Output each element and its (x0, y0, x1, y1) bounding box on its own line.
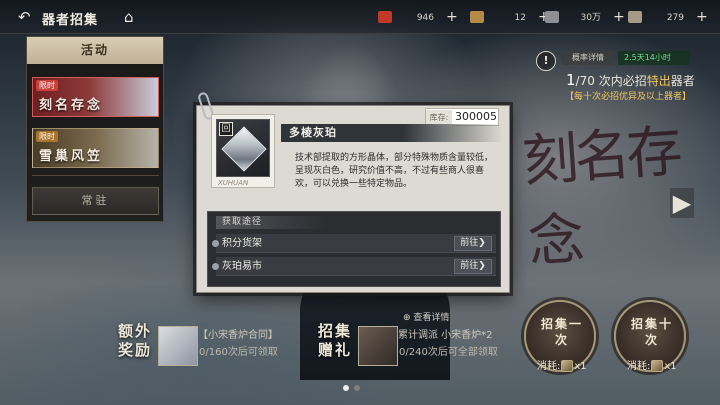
banner-sidebar: 活动 限时 刻名存念 限时 雪巢风笠 常驻 (26, 36, 164, 222)
resource-value: 946 (416, 12, 434, 23)
source-row-points-shelf: 积分货架 前往❯ (212, 234, 496, 253)
item-signature: XUHUAN (218, 179, 249, 187)
view-details-link[interactable]: ⊕ 查看详情 (403, 310, 449, 323)
add-envelope-button[interactable]: + (446, 9, 458, 25)
acquisition-title: 获取途径 (222, 217, 263, 227)
source-name: 积分货架 (222, 238, 262, 249)
resource-value: 12 (514, 12, 526, 23)
resource-ticket: 30万 + (545, 9, 625, 25)
guarantee-text: 1/70 次内必招特出器者 (566, 71, 695, 89)
next-banner-arrow-icon[interactable]: ▶ (670, 188, 694, 218)
cost-prefix: 消耗: (537, 361, 561, 372)
envelope-icon (651, 360, 664, 372)
page-title: 器者招集 (42, 13, 99, 28)
gift-reward-thumbnail[interactable] (358, 326, 398, 366)
banner-item[interactable]: 限时 雪巢风笠 (32, 128, 159, 168)
gem-icon (470, 11, 484, 23)
ticket-icon (545, 11, 559, 23)
summon-ten-cost: 消耗: x1 (627, 357, 677, 372)
cost-amount: x1 (574, 361, 587, 372)
bonus-progress: 0/160次后可领取 (199, 347, 278, 358)
event-timer: 2.5天14小时 (618, 51, 690, 65)
guarantee-note: 【每十次必招优异及以上器者】 (565, 92, 692, 102)
limited-tag: 限时 (36, 80, 58, 91)
guarantee-text-b: 器者 (670, 74, 695, 88)
guarantee-count: 1 (566, 71, 576, 89)
guarantee-highlight: 特出 (646, 74, 671, 88)
resource-value: 30万 (580, 12, 601, 23)
source-row-amber-market: 灰珀易市 前往❯ (212, 257, 496, 276)
page-indicator (343, 376, 383, 391)
sidebar-heading: 活动 (27, 37, 163, 64)
page-dot (354, 385, 360, 391)
envelope-icon (378, 11, 392, 23)
envelope-icon (561, 360, 574, 372)
summon-once-cost: 消耗: x1 (537, 357, 587, 372)
source-name: 灰珀易市 (222, 261, 262, 272)
go-button[interactable]: 前往❯ (454, 259, 492, 274)
summon-ten-label: 招集十次 (630, 317, 673, 347)
bullet-icon (212, 240, 219, 247)
resource-envelope: 946 + (378, 9, 458, 25)
stock-value: 300005 (455, 110, 497, 123)
item-name-bar: 多棱灰珀 (281, 124, 503, 142)
limited-tag: 限时 (36, 131, 58, 142)
guarantee-total: /70 (575, 74, 595, 88)
item-description: 技术部提取的方形晶体，部分特殊物质含量较低，呈现灰白色，研究价值不高，不过有些商… (295, 153, 494, 189)
banner-item-active[interactable]: 限时 刻名存念 (32, 77, 159, 117)
acquisition-title-bar: 获取途径 (216, 216, 326, 229)
acquisition-panel: 获取途径 积分货架 前往❯ 灰珀易市 前往❯ (207, 211, 501, 287)
item-name: 多棱灰珀 (289, 126, 337, 139)
item-icon-frame: 回 (216, 119, 270, 177)
gift-title: 招集赠礼 (318, 322, 353, 359)
go-label: 前往 (460, 261, 479, 271)
item-badge: 回 (219, 122, 233, 136)
item-card: 回 XUHUAN (211, 114, 275, 188)
bonus-reward-thumbnail[interactable] (158, 326, 198, 366)
go-button[interactable]: 前往❯ (454, 236, 492, 251)
divider (32, 175, 159, 176)
gift-progress: 0/240次后可全部领取 (399, 347, 498, 358)
bullet-icon (212, 263, 219, 270)
probability-details-button[interactable]: 概率详情 (562, 51, 614, 65)
top-bar: ↶ 器者招集 ⌂ 946 + 12 + 30万 + 279 + (0, 0, 720, 34)
guarantee-text-a: 次内必招 (598, 74, 647, 88)
bonus-reward-name: 【小宋香炉合同】 (198, 330, 278, 341)
item-info-modal: 回 XUHUAN 库存: 300005 多棱灰珀 技术部提取的方形晶体，部分特殊物… (196, 91, 510, 293)
add-ticket-button[interactable]: + (613, 9, 625, 25)
resource-token: 279 + (628, 9, 708, 25)
back-arrow-icon[interactable]: ↶ (18, 9, 40, 25)
resource-gem: 12 + (470, 9, 550, 25)
gift-reward-name: 累计调派 小宋香炉*2 (398, 330, 493, 341)
normal-banner-tab[interactable]: 常驻 (32, 187, 159, 215)
info-warning-icon[interactable]: ! (536, 51, 556, 71)
banner-name: 雪巢风笠 (39, 149, 104, 164)
page-dot-active (343, 385, 349, 391)
bonus-title: 额外奖励 (118, 322, 153, 359)
add-token-button[interactable]: + (696, 9, 708, 25)
summon-once-label: 招集一次 (540, 317, 583, 347)
resource-value: 279 (666, 12, 684, 23)
view-details-label: 查看详情 (413, 313, 450, 323)
token-icon (628, 11, 642, 23)
go-label: 前往 (460, 238, 479, 248)
home-icon[interactable]: ⌂ (124, 8, 142, 26)
cost-prefix: 消耗: (627, 361, 651, 372)
banner-name: 刻名存念 (39, 98, 104, 113)
cost-amount: x1 (664, 361, 677, 372)
